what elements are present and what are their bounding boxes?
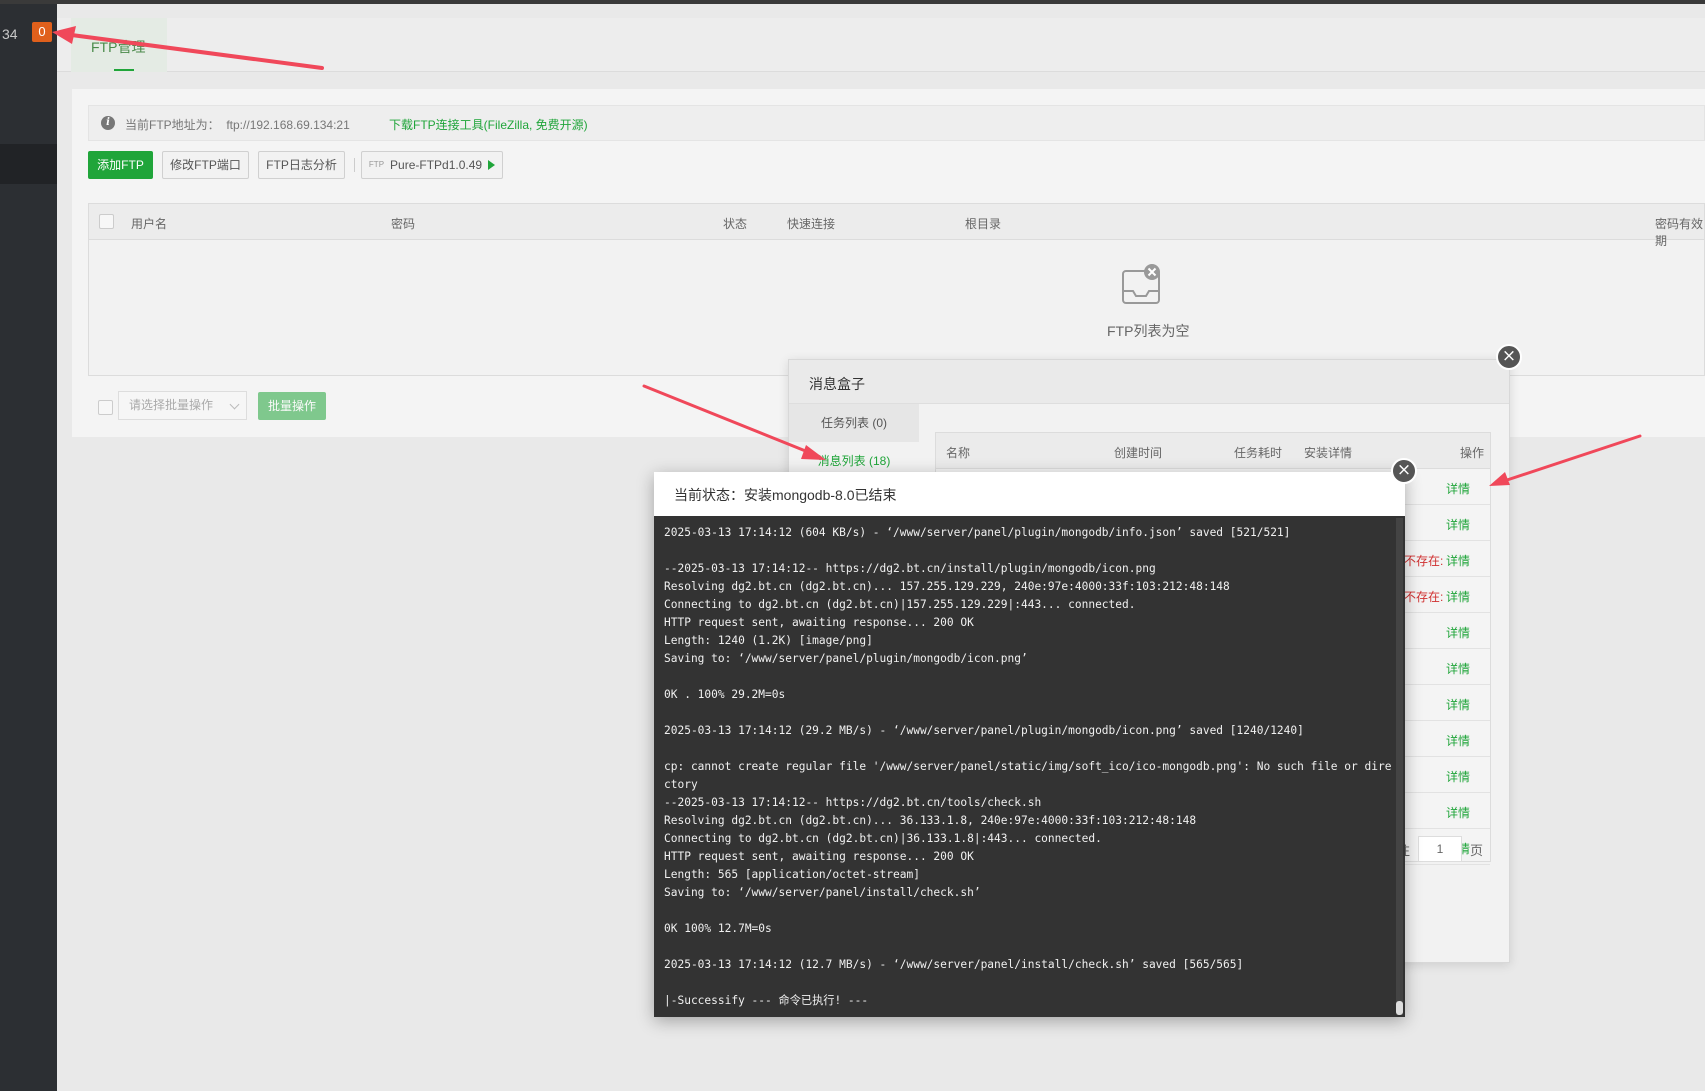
notification-badge[interactable]: 0 <box>32 22 52 42</box>
chevron-down-icon <box>229 399 240 410</box>
message-box-title: 消息盒子 <box>809 376 865 392</box>
detail-link[interactable]: 详情 <box>1446 624 1470 641</box>
detail-link[interactable]: 详情 <box>1446 804 1470 821</box>
sidebar: 34 0 <box>0 4 57 1091</box>
message-box-title-bar: 消息盒子 <box>789 360 1509 404</box>
log-line: Resolving dg2.bt.cn (dg2.bt.cn)... 157.2… <box>664 580 1230 593</box>
sidebar-number: 34 <box>2 26 18 42</box>
sidebar-active-item[interactable] <box>0 144 57 184</box>
tab-label: FTP管理 <box>91 39 146 55</box>
log-line: 2025-03-13 17:14:12 (29.2 MB/s) - ‘/www/… <box>664 724 1304 737</box>
log-line: |-Successify --- 命令已执行! --- <box>664 994 869 1007</box>
log-line: 2025-03-13 17:14:12 (12.7 MB/s) - ‘/www/… <box>664 958 1244 971</box>
log-line: Length: 565 [application/octet-stream] <box>664 868 920 881</box>
log-line: 2025-03-13 17:14:12 (604 KB/s) - ‘/www/s… <box>664 526 1291 539</box>
dialog-title-bar: 当前状态：安装mongodb-8.0已结束 <box>654 472 1405 516</box>
batch-checkbox[interactable] <box>98 400 113 415</box>
ftp-address: ftp://192.168.69.134:21 <box>226 118 350 132</box>
pager: 往 1 页 <box>1397 836 1483 862</box>
play-icon <box>488 160 496 170</box>
col-install-detail: 安装详情 <box>1304 446 1353 460</box>
col-password: 密码 <box>391 217 416 231</box>
empty-list-text: FTP列表为空 <box>1107 323 1190 339</box>
log-line: Saving to: ‘/www/server/panel/install/ch… <box>664 886 981 899</box>
message-note: 不存在: <box>1404 554 1444 568</box>
pure-ftpd-tag: FTP <box>368 160 385 169</box>
detail-link[interactable]: 详情 <box>1446 732 1470 749</box>
batch-select[interactable]: 请选择批量操作 <box>118 391 247 420</box>
page-input[interactable]: 1 <box>1417 836 1462 862</box>
log-line: 0K 100% 12.7M=0s <box>664 922 772 935</box>
log-line: --2025-03-13 17:14:12-- https://dg2.bt.c… <box>664 796 1042 809</box>
ftp-table-header: 用户名 密码 状态 快速连接 根目录 密码有效期 <box>89 204 1704 248</box>
log-scrollbar[interactable] <box>1396 518 1403 1015</box>
log-line: Connecting to dg2.bt.cn (dg2.bt.cn)|36.1… <box>664 832 1102 845</box>
ftp-address-text: 当前FTP地址为： ftp://192.168.69.134:21 <box>125 118 350 132</box>
detail-link[interactable]: 详情 <box>1446 696 1470 713</box>
col-quick-connect: 快速连接 <box>787 217 836 231</box>
log-line: --2025-03-13 17:14:12-- https://dg2.bt.c… <box>664 562 1156 575</box>
col-password-expiry: 密码有效期 <box>1655 217 1704 248</box>
detail-link[interactable]: 详情 <box>1446 660 1470 677</box>
log-line: cp: cannot create regular file '/www/ser… <box>664 760 1392 791</box>
message-box-close-icon[interactable]: × <box>1496 344 1522 370</box>
log-line: Length: 1240 (1.2K) [image/png] <box>664 634 873 647</box>
install-status-dialog: 当前状态：安装mongodb-8.0已结束 2025-03-13 17:14:1… <box>654 472 1405 1017</box>
log-line: HTTP request sent, awaiting response... … <box>664 616 974 629</box>
log-scrollbar-thumb[interactable] <box>1396 1001 1403 1015</box>
log-line: 0K . 100% 29.2M=0s <box>664 688 786 701</box>
message-note: 不存在: <box>1404 590 1444 604</box>
detail-link[interactable]: 详情 <box>1446 516 1470 533</box>
detail-link[interactable]: 详情 <box>1446 552 1470 569</box>
detail-link[interactable]: 详情 <box>1446 768 1470 785</box>
info-icon: i <box>101 116 115 130</box>
ftp-table: 用户名 密码 状态 快速连接 根目录 密码有效期 <box>88 203 1705 376</box>
log-line: Connecting to dg2.bt.cn (dg2.bt.cn)|157.… <box>664 598 1136 611</box>
col-name: 名称 <box>946 446 971 460</box>
col-username: 用户名 <box>131 217 168 231</box>
empty-box-icon <box>1122 264 1160 304</box>
tab-ftp-manage[interactable]: FTP管理 <box>71 18 167 72</box>
batch-select-placeholder: 请选择批量操作 <box>129 398 214 412</box>
dialog-title: 当前状态：安装mongodb-8.0已结束 <box>674 487 897 503</box>
tab-bar: FTP管理 <box>57 18 1705 72</box>
pure-ftpd-button[interactable]: FTP Pure-FTPd1.0.49 <box>361 151 503 179</box>
log-line: Saving to: ‘/www/server/panel/plugin/mon… <box>664 652 1028 665</box>
install-log: 2025-03-13 17:14:12 (604 KB/s) - ‘/www/s… <box>664 524 1392 1014</box>
col-duration: 任务耗时 <box>1234 446 1283 460</box>
col-action: 操作 <box>1460 446 1485 460</box>
tab-active-indicator <box>114 69 134 71</box>
log-line: Resolving dg2.bt.cn (dg2.bt.cn)... 36.13… <box>664 814 1197 827</box>
col-created: 创建时间 <box>1114 446 1163 460</box>
detail-link[interactable]: 详情 <box>1446 588 1470 605</box>
toolbar-divider <box>354 158 355 172</box>
ftp-log-analysis-button[interactable]: FTP日志分析 <box>258 151 345 179</box>
select-all-checkbox[interactable] <box>99 214 114 229</box>
pager-suffix: 页 <box>1469 842 1483 858</box>
dialog-close-icon[interactable]: × <box>1391 458 1417 484</box>
add-ftp-button[interactable]: 添加FTP <box>88 151 153 179</box>
ftp-info-bar: i 当前FTP地址为： ftp://192.168.69.134:21 下载FT… <box>88 105 1705 141</box>
change-ftp-port-button[interactable]: 修改FTP端口 <box>162 151 249 179</box>
pure-ftpd-label: Pure-FTPd1.0.49 <box>390 158 483 172</box>
download-filezilla-link[interactable]: 下载FTP连接工具(FileZilla, 免费开源) <box>389 116 588 133</box>
batch-action-button[interactable]: 批量操作 <box>258 392 326 420</box>
tab-task-list[interactable]: 任务列表 (0) <box>789 404 919 442</box>
log-line: HTTP request sent, awaiting response... … <box>664 850 974 863</box>
col-status: 状态 <box>723 217 748 231</box>
col-root-dir: 根目录 <box>965 217 1002 231</box>
detail-link[interactable]: 详情 <box>1446 480 1470 497</box>
